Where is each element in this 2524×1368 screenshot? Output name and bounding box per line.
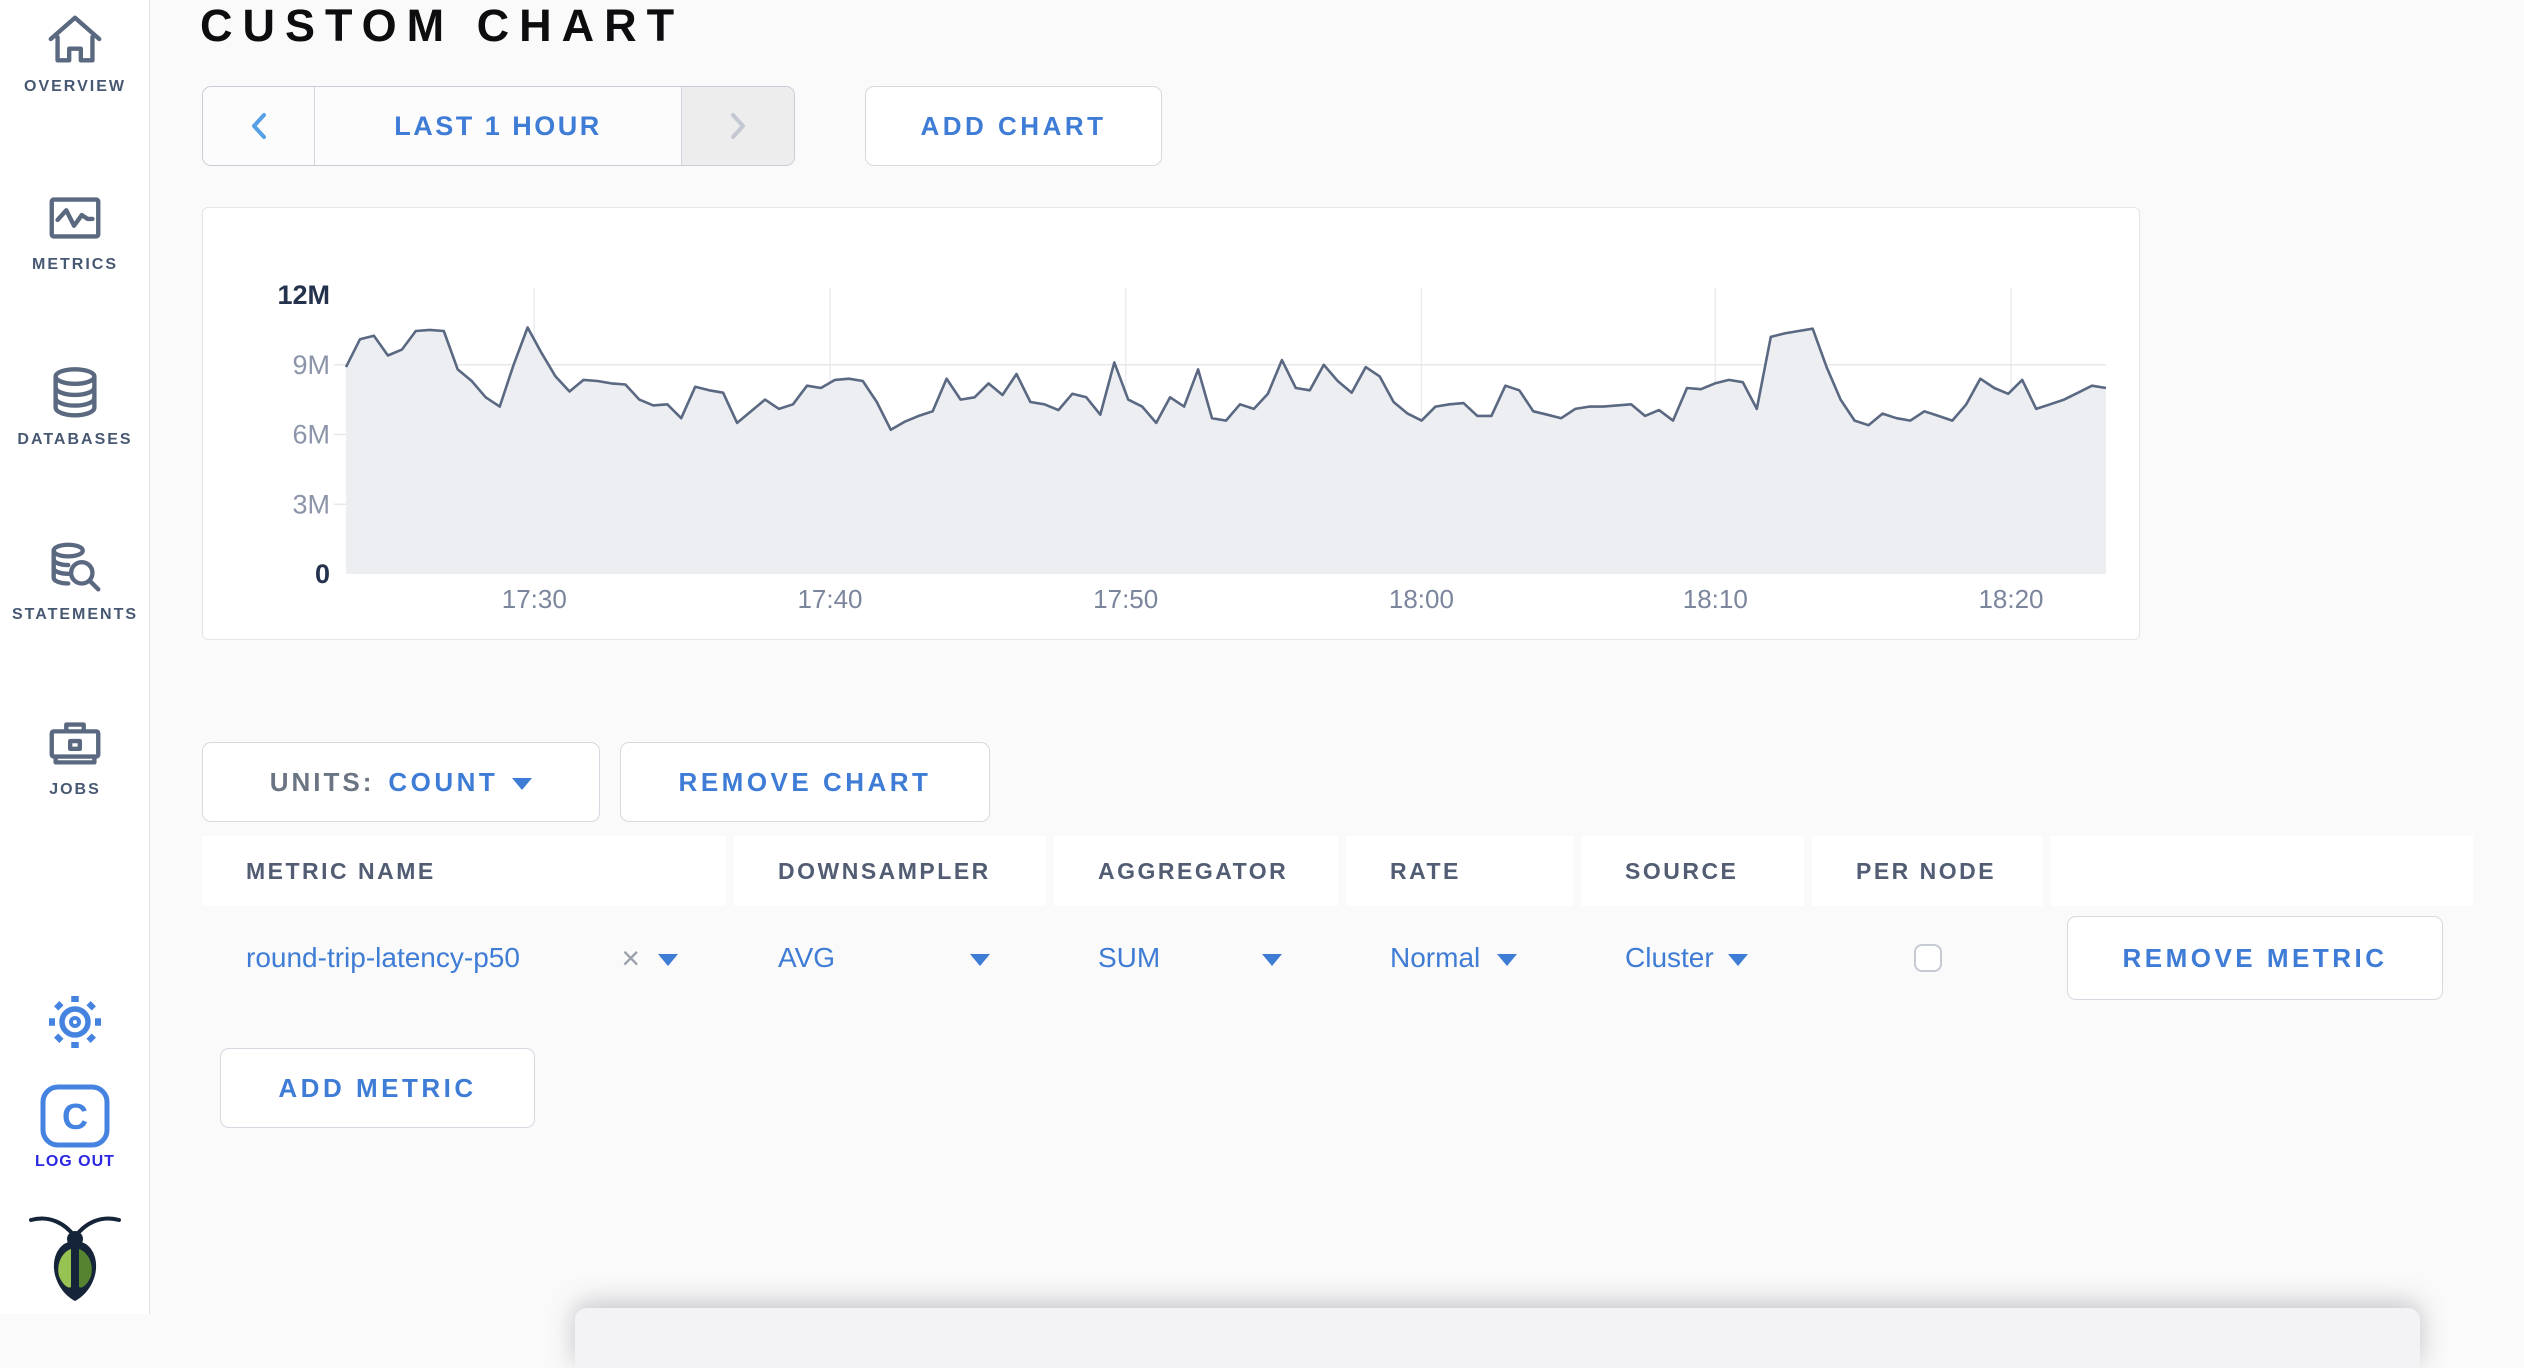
- add-chart-button[interactable]: ADD CHART: [865, 86, 1162, 166]
- column-header-metric-name: METRIC NAME: [202, 836, 726, 906]
- statements-icon: [43, 536, 107, 600]
- metric-name-dropdown[interactable]: round-trip-latency-p50: [246, 942, 520, 974]
- next-chart-card-edge: [575, 1308, 2420, 1368]
- sidebar-item-label: METRICS: [32, 256, 118, 273]
- chevron-down-icon: [1728, 954, 1748, 966]
- add-metric-button[interactable]: ADD METRIC: [220, 1048, 535, 1128]
- sidebar-item-label: JOBS: [49, 781, 101, 798]
- database-icon: [43, 361, 107, 425]
- svg-text:17:50: 17:50: [1093, 584, 1158, 614]
- rate-value: Normal: [1390, 942, 1481, 973]
- units-label: UNITS:: [269, 766, 375, 797]
- svg-text:18:00: 18:00: [1389, 584, 1454, 614]
- svg-text:0: 0: [315, 559, 330, 589]
- source-dropdown[interactable]: Cluster: [1581, 906, 1804, 1010]
- column-header-source: SOURCE: [1581, 836, 1804, 906]
- custom-chart-card: 0 3M 6M 9M 12M 17:30 17:40 17:50 18:00 18:10 18:20: [202, 207, 2140, 640]
- sidebar-item-label: STATEMENTS: [11, 606, 139, 623]
- column-header-rate: RATE: [1346, 836, 1573, 906]
- column-header-aggregator: AGGREGATOR: [1054, 836, 1338, 906]
- remove-chart-button[interactable]: REMOVE CHART: [620, 742, 990, 822]
- sidebar-item-metrics[interactable]: METRICS: [0, 186, 150, 274]
- table-row-metric-name-cell: round-trip-latency-p50 ×: [202, 906, 726, 1010]
- sidebar-item-jobs[interactable]: JOBS: [0, 711, 150, 799]
- timeseries-chart[interactable]: 0 3M 6M 9M 12M 17:30 17:40 17:50 18:00 18:10 18:20: [203, 208, 2141, 641]
- svg-text:17:30: 17:30: [502, 584, 567, 614]
- svg-text:C: C: [62, 1096, 88, 1137]
- cockroach-c-icon: C: [39, 1083, 111, 1149]
- metrics-table: METRIC NAME DOWNSAMPLER AGGREGATOR RATE …: [202, 836, 2473, 1010]
- sidebar-item-statements[interactable]: STATEMENTS: [0, 536, 150, 624]
- chevron-down-icon: [1262, 954, 1282, 966]
- cockroach-bug-logo: [0, 1203, 150, 1303]
- remove-metric-button[interactable]: REMOVE METRIC: [2067, 916, 2443, 1000]
- sidebar-item-logout[interactable]: C LOG OUT: [0, 1083, 150, 1171]
- rate-dropdown[interactable]: Normal: [1346, 906, 1573, 1010]
- sidebar-item-label: OVERVIEW: [24, 78, 126, 95]
- sidebar-item-settings[interactable]: [0, 990, 150, 1054]
- page-title: CUSTOM CHART: [200, 0, 685, 51]
- chevron-down-icon: [512, 778, 533, 790]
- time-range-dropdown[interactable]: LAST 1 HOUR: [315, 87, 681, 165]
- home-icon: [43, 8, 107, 72]
- downsampler-value: AVG: [778, 942, 836, 973]
- svg-text:18:20: 18:20: [1978, 584, 2043, 614]
- time-range-selector: LAST 1 HOUR: [202, 86, 795, 166]
- svg-text:9M: 9M: [292, 350, 330, 380]
- briefcase-icon: [43, 711, 107, 775]
- cockroach-bug-icon: [25, 1203, 125, 1303]
- source-value: Cluster: [1625, 942, 1714, 973]
- logout-label: LOG OUT: [35, 1153, 115, 1170]
- column-header-actions: [2051, 836, 2473, 906]
- sidebar-item-label: DATABASES: [17, 431, 133, 448]
- sidebar-item-overview[interactable]: OVERVIEW: [0, 8, 150, 96]
- chevron-left-icon: [251, 113, 266, 139]
- gear-icon: [43, 990, 107, 1054]
- column-header-per-node: PER NODE: [1812, 836, 2043, 906]
- custom-chart-page: OVERVIEW METRICS DATABASES STATEMENTS JO…: [0, 0, 2524, 1368]
- sidebar: OVERVIEW METRICS DATABASES STATEMENTS JO…: [0, 0, 150, 1314]
- remove-metric-cell: REMOVE METRIC: [2051, 906, 2473, 1010]
- chevron-down-icon[interactable]: [658, 954, 678, 966]
- svg-text:6M: 6M: [292, 420, 330, 450]
- svg-text:17:40: 17:40: [797, 584, 862, 614]
- svg-text:3M: 3M: [292, 489, 330, 519]
- metrics-icon: [43, 186, 107, 250]
- downsampler-dropdown[interactable]: AVG: [734, 906, 1046, 1010]
- svg-text:12M: 12M: [277, 280, 330, 310]
- svg-text:18:10: 18:10: [1683, 584, 1748, 614]
- aggregator-value: SUM: [1098, 942, 1161, 973]
- chevron-right-icon: [731, 113, 745, 139]
- chevron-down-icon: [970, 954, 990, 966]
- sidebar-item-databases[interactable]: DATABASES: [0, 361, 150, 449]
- units-dropdown[interactable]: UNITS: COUNT: [202, 742, 600, 822]
- column-header-downsampler: DOWNSAMPLER: [734, 836, 1046, 906]
- clear-metric-icon[interactable]: ×: [621, 942, 640, 974]
- chevron-down-icon: [1497, 954, 1517, 966]
- time-range-label: LAST 1 HOUR: [394, 110, 602, 141]
- units-value: COUNT: [388, 766, 499, 797]
- per-node-checkbox[interactable]: [1913, 944, 1942, 972]
- time-range-prev-button[interactable]: [203, 87, 315, 165]
- per-node-cell: [1812, 906, 2043, 1010]
- time-range-next-button[interactable]: [681, 87, 794, 165]
- aggregator-dropdown[interactable]: SUM: [1054, 906, 1338, 1010]
